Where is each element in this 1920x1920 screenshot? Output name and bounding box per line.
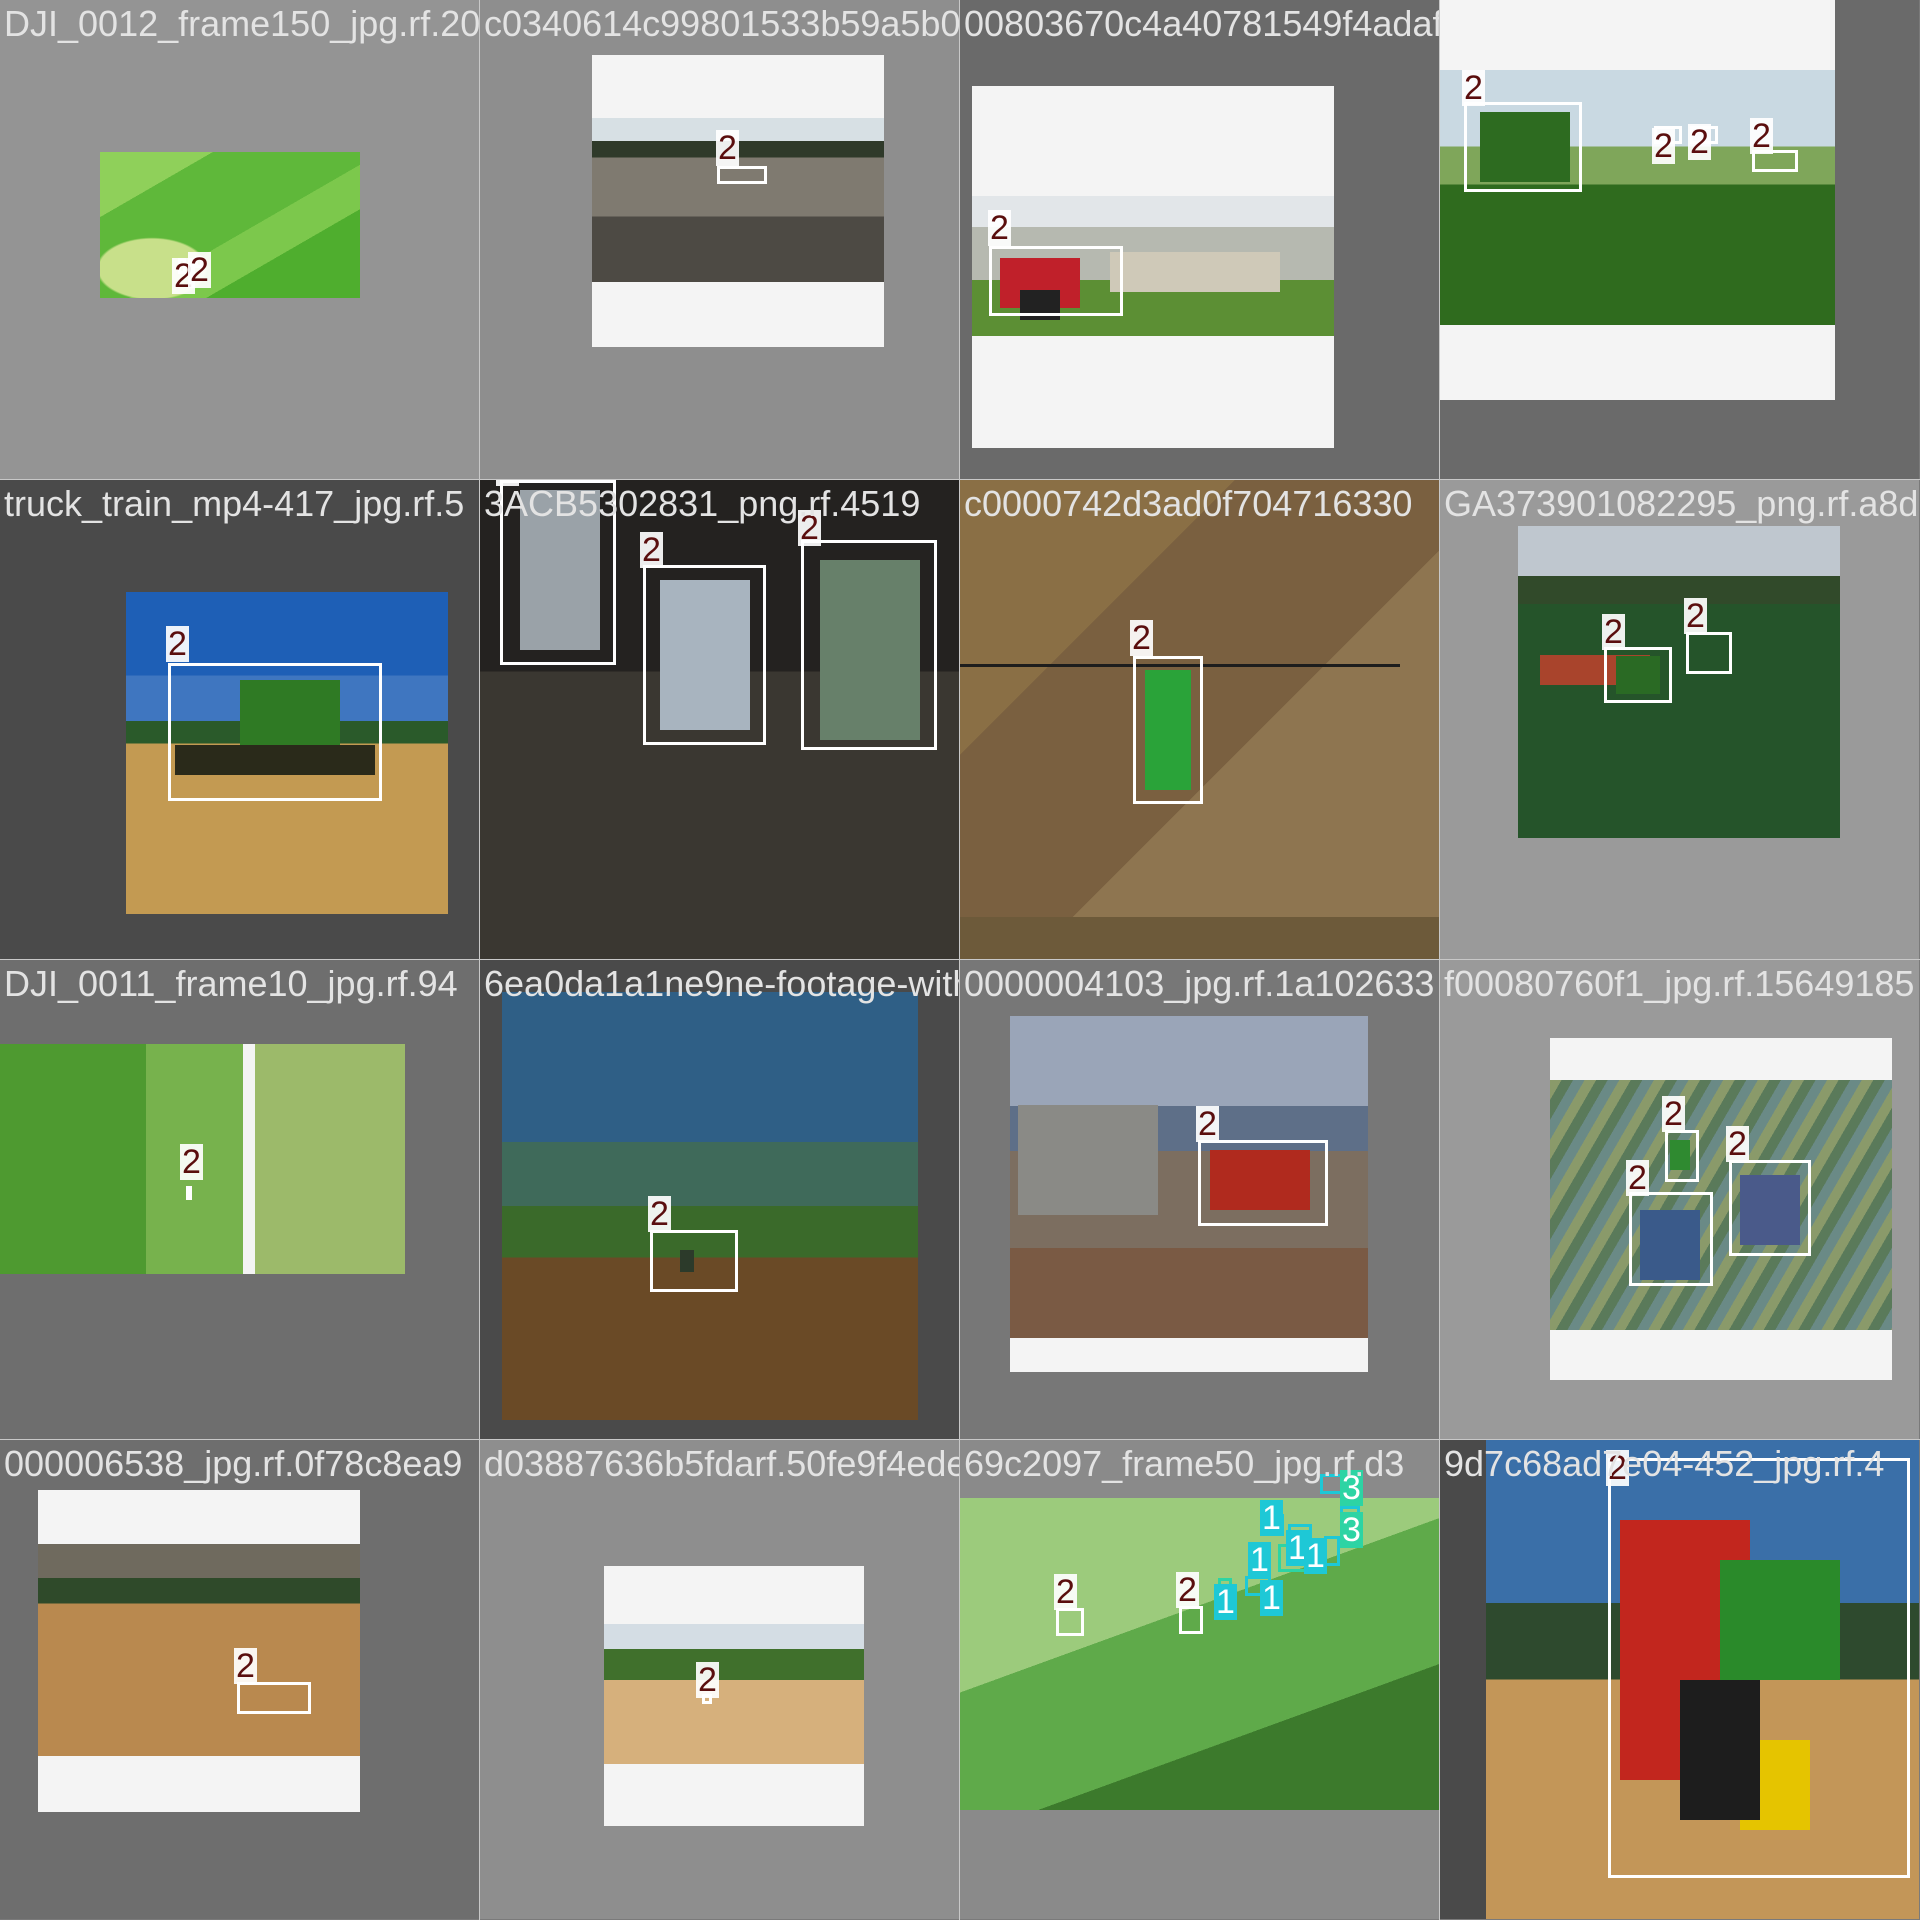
mosaic-tile: 2 9d7c68ad7e04-452_jpg.rf.4 (1440, 1440, 1919, 1919)
mosaic-tile: 2 2 2 f00080760f1_jpg.rf.15649185 (1440, 960, 1919, 1439)
mosaic-tile: 22DJI_0012_frame150_jpg.rf.2072077712d1b… (0, 0, 479, 479)
grid-divider (959, 0, 960, 1920)
mosaic-tile: 2 d03887636b5fdarf.50fe9f4ede (480, 1440, 959, 1919)
tile-photo (960, 1498, 1439, 1810)
tile-filename: truck_train_mp4-417_jpg.rf.5 (4, 483, 465, 524)
class-label: 2 (180, 1143, 203, 1181)
mosaic-tile: 2 c0000742d3ad0f704716330 (960, 480, 1439, 959)
tile-filename: DJI_0012_frame150_jpg.rf.2072077712d1bb5… (4, 3, 479, 44)
tile-filename: d03887636b5fdarf.50fe9f4ede (484, 1443, 959, 1484)
class-label: 2 (1196, 1105, 1219, 1143)
mosaic-tile: 2 2 GA373901082295_png.rf.a8d0 (1440, 480, 1919, 959)
mosaic-grid: 22DJI_0012_frame150_jpg.rf.2072077712d1b… (0, 0, 1920, 1920)
bounding-box (1198, 1140, 1328, 1226)
class-label: 2 (1688, 123, 1711, 161)
bounding-box (989, 246, 1123, 316)
tile-filename: 6ea0da1a1ne9ne-footage-with-the-Mavic- (484, 963, 959, 1004)
class-label: 1 (1260, 1499, 1283, 1537)
bounding-box (1665, 1130, 1699, 1182)
tile-filename: 00803670c4a40781549f4adaf (964, 3, 1439, 44)
bounding-box (1464, 102, 1582, 192)
mosaic-tile: 2 DJI_0011_frame10_jpg.rf.94 (0, 960, 479, 1439)
class-label: 2 (1684, 597, 1707, 635)
bounding-box (1056, 1608, 1084, 1636)
mosaic-tile: 2 2 3 3 1 1 1 1 1 1 69c2097_frame50_jpg.rf.d3 (960, 1440, 1439, 1919)
bounding-box (1608, 1458, 1910, 1878)
bounding-box (1179, 1606, 1203, 1634)
class-label: 2 (1462, 69, 1485, 107)
bounding-box (237, 1682, 311, 1714)
class-label: 1 (1304, 1537, 1327, 1575)
tile-filename: GA373901082295_png.rf.a8d0 (1444, 483, 1919, 524)
class-label: 2 (696, 1661, 719, 1699)
mosaic-tile: 2 c0340614c99801533b59a5b0448c665 (480, 0, 959, 479)
mosaic-tile: 2 truck_train_mp4-417_jpg.rf.5 (0, 480, 479, 959)
tile-filename: 3ACB5302831_png.rf.4519 (484, 483, 921, 524)
class-label: 2 (1054, 1573, 1077, 1611)
bounding-box (168, 663, 382, 801)
class-label: 2 (188, 251, 211, 289)
class-label: 2 (234, 1647, 257, 1685)
class-label: 1 (1214, 1583, 1237, 1621)
tile-photo (604, 1624, 864, 1764)
class-label: 2 (1130, 619, 1153, 657)
grid-divider (479, 0, 480, 1920)
grid-divider (1439, 0, 1440, 1920)
tile-photo (100, 152, 360, 298)
class-label: 1 (1248, 1541, 1271, 1579)
class-label: 2 (1726, 1125, 1749, 1163)
tile-filename: c0000742d3ad0f704716330 (964, 483, 1413, 524)
mosaic-tile: 2 00803670c4a40781549f4adaf (960, 0, 1439, 479)
tile-filename: 0000004103_jpg.rf.1a102633 (964, 963, 1435, 1004)
class-label: 3 (1340, 1511, 1363, 1549)
bounding-box (1686, 632, 1732, 674)
vehicle-shape (1110, 252, 1280, 292)
tile-filename: c0340614c99801533b59a5b0448c665 (484, 3, 959, 44)
grid-divider (0, 959, 1920, 960)
vehicle-shape (1018, 1105, 1158, 1215)
class-label: 2 (166, 625, 189, 663)
bounding-box (186, 1186, 192, 1200)
grid-divider (0, 1439, 1920, 1440)
class-label: 2 (1176, 1571, 1199, 1609)
class-label: 2 (648, 1195, 671, 1233)
bounding-box (1729, 1160, 1811, 1256)
bounding-box (643, 565, 766, 745)
class-label: 2 (988, 209, 1011, 247)
mosaic-tile: 2222 (1440, 0, 1919, 479)
tile-filename: 69c2097_frame50_jpg.rf.d3 (964, 1443, 1405, 1484)
tile-photo (38, 1544, 360, 1756)
tile-filename: f00080760f1_jpg.rf.15649185 (1444, 963, 1915, 1004)
tile-photo (502, 992, 918, 1420)
bounding-box (801, 540, 937, 750)
tile-filename: 000006538_jpg.rf.0f78c8ea9 (4, 1443, 463, 1484)
bounding-box (650, 1230, 738, 1292)
tile-filename: 9d7c68ad7e04-452_jpg.rf.4 (1444, 1443, 1885, 1484)
bounding-box (1133, 656, 1203, 804)
mosaic-tile: 2 0000004103_jpg.rf.1a102633 (960, 960, 1439, 1439)
mosaic-tile: 2 6ea0da1a1ne9ne-footage-with-the-Mavic- (480, 960, 959, 1439)
tile-filename: DJI_0011_frame10_jpg.rf.94 (4, 963, 458, 1004)
bounding-box (717, 166, 767, 184)
tile-photo (1550, 1080, 1892, 1330)
bounding-box (1604, 647, 1672, 703)
bounding-box (1629, 1192, 1713, 1286)
class-label: 2 (716, 129, 739, 167)
class-label: 1 (1260, 1579, 1283, 1617)
class-label: 2 (1652, 127, 1675, 165)
mosaic-tile: 2 000006538_jpg.rf.0f78c8ea9 (0, 1440, 479, 1919)
grid-divider (0, 479, 1920, 480)
class-label: 2 (1750, 117, 1773, 155)
class-label: 2 (1626, 1159, 1649, 1197)
class-label: 2 (1602, 613, 1625, 651)
mosaic-tile: 2223ACB5302831_png.rf.4519 (480, 480, 959, 959)
class-label: 2 (640, 531, 663, 569)
class-label: 2 (1662, 1095, 1685, 1133)
